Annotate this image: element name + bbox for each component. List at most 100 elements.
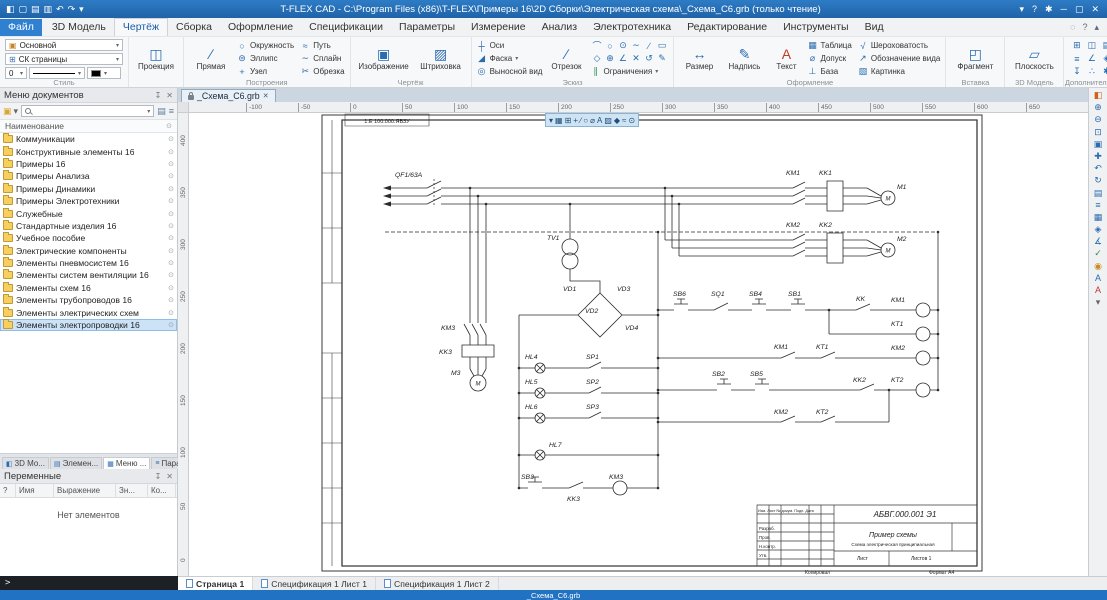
quick-search-icon[interactable]: ◌ bbox=[1070, 22, 1075, 33]
ribbon-tab-5[interactable]: Спецификации bbox=[301, 19, 391, 36]
roughness-button[interactable]: √Шероховатость bbox=[858, 39, 941, 52]
coordinate-system-select[interactable]: ⊞ СК страницы ▾ bbox=[5, 53, 123, 65]
visibility-eye-icon[interactable]: ⊙ bbox=[168, 210, 174, 218]
visibility-eye-icon[interactable]: ⊙ bbox=[168, 271, 174, 279]
open-document-icon[interactable]: ▤ bbox=[31, 5, 40, 14]
visibility-eye-icon[interactable]: ⊙ bbox=[168, 296, 174, 304]
ui-style-caret-icon[interactable]: ▾ bbox=[1019, 5, 1024, 14]
tree-item[interactable]: Элементы электропроводки 16⊙ bbox=[0, 319, 177, 331]
arc-icon[interactable]: ⌒ bbox=[592, 39, 601, 52]
layers-icon[interactable]: ≡ bbox=[1074, 54, 1079, 64]
circle-icon[interactable]: ○ bbox=[607, 41, 612, 51]
image-button[interactable]: ▣ Изображение bbox=[356, 39, 412, 79]
filter-texts-icon[interactable]: A bbox=[597, 116, 602, 125]
help-icon[interactable]: ? bbox=[1032, 5, 1037, 14]
angle-icon[interactable]: ∠ bbox=[619, 53, 627, 64]
tree-item[interactable]: Электрические компоненты⊙ bbox=[0, 245, 177, 257]
table-button[interactable]: ▦Таблица bbox=[807, 39, 851, 52]
pan-icon[interactable]: ✚ bbox=[1094, 152, 1102, 161]
settings-icon[interactable]: ✱ bbox=[1045, 5, 1053, 14]
active-page-icon[interactable]: ◧ bbox=[1094, 91, 1103, 100]
filter-fragments-icon[interactable]: ◆ bbox=[614, 116, 620, 125]
grid-icon[interactable]: ▦ bbox=[1094, 213, 1103, 222]
array-icon[interactable]: ⊞ bbox=[1073, 40, 1081, 51]
text-button[interactable]: А Текст bbox=[769, 39, 803, 79]
save-icon[interactable]: ▥ bbox=[44, 5, 53, 14]
filter-grid-icon[interactable]: ▦ bbox=[555, 116, 563, 125]
curve-icon[interactable]: ∼ bbox=[632, 40, 640, 51]
libraries-icon[interactable]: ▣ bbox=[3, 106, 12, 117]
picture-button[interactable]: ▧Картинка bbox=[858, 65, 941, 78]
libraries-caret-icon[interactable]: ▾ bbox=[14, 106, 19, 117]
app-icon[interactable]: ◧ bbox=[6, 5, 15, 14]
callout-button[interactable]: ✎ Надпись bbox=[723, 39, 765, 79]
drawing-canvas[interactable]: АБВГ.000.001 Э1 Пример схемы Схема элект… bbox=[189, 113, 1088, 576]
link-icon[interactable]: ◈ bbox=[1103, 53, 1107, 64]
check-icon[interactable]: ✓ bbox=[1094, 249, 1102, 258]
panel-tab[interactable]: ◧3D Мо... bbox=[2, 457, 49, 469]
measure-icon[interactable]: ∡ bbox=[1094, 237, 1102, 246]
segment-button[interactable]: ∕ Отрезок bbox=[546, 39, 586, 79]
redo-icon[interactable]: ↷ bbox=[68, 5, 76, 14]
lamp-icon[interactable]: ◉ bbox=[1094, 262, 1102, 271]
page-tab[interactable]: Страница 1 bbox=[178, 577, 253, 590]
ribbon-tab-7[interactable]: Измерение bbox=[463, 19, 534, 36]
line-style-select[interactable]: ▣ Основной ▾ bbox=[5, 39, 123, 51]
filter-circles-icon[interactable]: ○ bbox=[583, 116, 588, 125]
view-designation-button[interactable]: ↗Обозначение вида bbox=[858, 52, 941, 65]
zoom-all-icon[interactable]: ▣ bbox=[1094, 140, 1103, 149]
path-button[interactable]: ≈Путь bbox=[300, 39, 344, 52]
circle-button[interactable]: ○Окружность bbox=[237, 39, 294, 52]
ribbon-tab-4[interactable]: Оформление bbox=[220, 19, 301, 36]
options-icon[interactable]: ✱ bbox=[1103, 66, 1107, 77]
visibility-eye-icon[interactable]: ⊙ bbox=[168, 234, 174, 242]
text-style-icon[interactable]: А bbox=[1095, 274, 1101, 283]
ribbon-tab-9[interactable]: Электротехника bbox=[585, 19, 679, 36]
datum-button[interactable]: ⊥База bbox=[807, 65, 851, 78]
visibility-eye-icon[interactable]: ⊙ bbox=[168, 160, 174, 168]
polygon-icon[interactable]: ◇ bbox=[594, 53, 601, 64]
chamfer-button[interactable]: ◢Фаска▾ bbox=[477, 52, 543, 65]
workplane-button[interactable]: ▱ Плоскость bbox=[1010, 39, 1058, 79]
library-search-input[interactable]: ▾ bbox=[21, 105, 154, 117]
visibility-eye-icon[interactable]: ⊙ bbox=[168, 148, 174, 156]
ribbon-tab-12[interactable]: Вид bbox=[857, 19, 892, 36]
ribbon-tab-0[interactable]: Файл bbox=[0, 19, 42, 36]
zoom-out-icon[interactable]: ⊖ bbox=[1094, 115, 1102, 124]
spline-button[interactable]: ∼Сплайн bbox=[300, 52, 344, 65]
maximize-icon[interactable]: ▢ bbox=[1075, 5, 1084, 14]
pin-icon[interactable]: ↧ bbox=[155, 91, 162, 100]
export-icon[interactable]: ↧ bbox=[1073, 66, 1081, 77]
zoom-window-icon[interactable]: ⊡ bbox=[1094, 128, 1102, 137]
rotate-icon[interactable]: ↺ bbox=[645, 53, 653, 64]
ribbon-tab-6[interactable]: Параметры bbox=[391, 19, 463, 36]
page-tab[interactable]: Спецификация 1 Лист 1 bbox=[253, 577, 376, 590]
sheets-icon[interactable]: ▤ bbox=[1094, 189, 1103, 198]
tree-item[interactable]: Примеры 16⊙ bbox=[0, 158, 177, 170]
document-tab[interactable]: _Схема_С6.grb ✕ bbox=[181, 89, 276, 102]
visibility-eye-icon[interactable]: ⊙ bbox=[168, 197, 174, 205]
filter-pictures-icon[interactable]: ⊙ bbox=[628, 116, 635, 125]
tree-item[interactable]: Примеры Динамики⊙ bbox=[0, 183, 177, 195]
measure-icon[interactable]: ∠ bbox=[1088, 53, 1096, 64]
filter-caret-icon[interactable]: ▾ bbox=[549, 116, 553, 125]
axes-button[interactable]: ┼Оси bbox=[477, 39, 543, 52]
ellipse-button[interactable]: ⊜Эллипс bbox=[237, 52, 294, 65]
tree-item[interactable]: Элементы схем 16⊙ bbox=[0, 282, 177, 294]
visibility-eye-icon[interactable]: ⊙ bbox=[168, 259, 174, 267]
ribbon-tab-8[interactable]: Анализ bbox=[534, 19, 585, 36]
ribbon-tab-1[interactable]: 3D Модель bbox=[44, 19, 114, 36]
ribbon-tab-11[interactable]: Инструменты bbox=[775, 19, 856, 36]
view-mode-icon[interactable]: ▤ bbox=[157, 106, 166, 117]
tree-item[interactable]: Конструктивные элементы 16⊙ bbox=[0, 145, 177, 157]
close-document-icon[interactable]: ✕ bbox=[263, 92, 269, 100]
rectangle-icon[interactable]: ▭ bbox=[658, 40, 667, 51]
tree-item[interactable]: Элементы трубопроводов 16⊙ bbox=[0, 294, 177, 306]
visibility-eye-icon[interactable]: ⊙ bbox=[168, 172, 174, 180]
previous-view-icon[interactable]: ↶ bbox=[1094, 164, 1102, 173]
layers-icon[interactable]: ≡ bbox=[1095, 201, 1100, 210]
zoom-in-icon[interactable]: ⊕ bbox=[1094, 103, 1102, 112]
new-document-icon[interactable]: ▢ bbox=[19, 5, 28, 14]
line-construction-button[interactable]: ∕ Прямая bbox=[189, 39, 233, 79]
redraw-icon[interactable]: ↻ bbox=[1094, 176, 1102, 185]
